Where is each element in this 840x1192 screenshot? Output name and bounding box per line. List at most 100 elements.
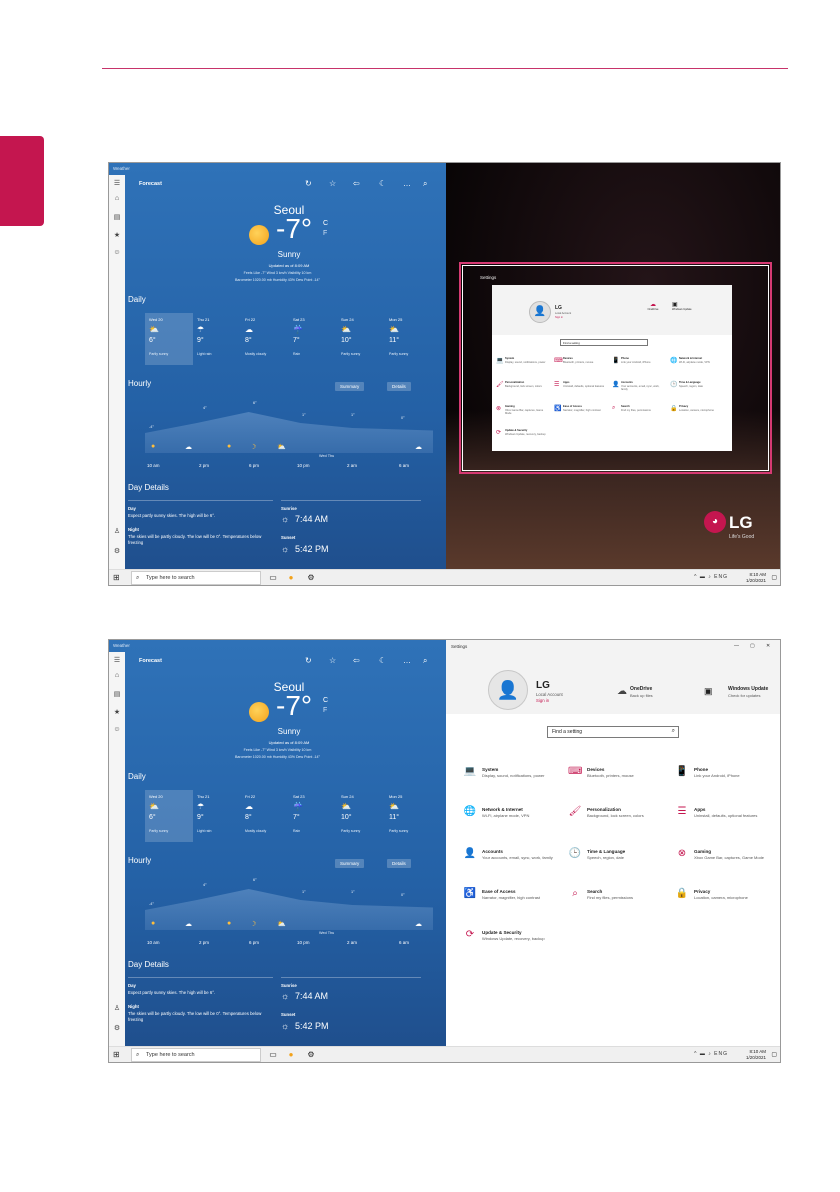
weather-app-icon[interactable]: ● <box>285 572 297 584</box>
settings-item-privacy[interactable]: 🔒 Privacy Location, camera, microphone <box>675 888 775 918</box>
search-icon[interactable]: ⌕ <box>423 656 427 666</box>
settings-app-icon[interactable]: ⚙ <box>305 1049 317 1061</box>
settings-item-accounts[interactable]: 👤 Accounts Your accounts, email, sync, wor… <box>612 381 667 401</box>
day-card[interactable]: Thu 21 ☂ 9° Light rain <box>193 790 241 842</box>
settings-item-time-language[interactable]: 🕒 Time & Language Speech, region, date <box>568 848 668 878</box>
favorite-star-icon[interactable]: ☆ <box>329 656 336 665</box>
settings-item-network[interactable]: 🌐 Network & Internet Wi-Fi, airplane mode,… <box>463 806 563 836</box>
unit-fahrenheit[interactable]: F <box>323 229 327 238</box>
notification-icon[interactable]: ▢ <box>771 1051 777 1058</box>
sign-in-link[interactable]: Sign in <box>536 698 549 703</box>
more-icon[interactable]: … <box>403 656 411 665</box>
home-icon[interactable]: ⌂ <box>113 672 121 679</box>
settings-item-phone[interactable]: 📱 Phone Link your Android, iPhone <box>675 766 775 796</box>
task-view-icon[interactable]: ▭ <box>267 572 279 584</box>
day-card[interactable]: Sun 24 ⛅ 10° Partly sunny <box>337 313 385 365</box>
settings-item-personalization[interactable]: 🖌 Personalization Background, lock screen,… <box>496 381 551 401</box>
day-card[interactable]: Sun 24 ⛅ 10° Partly sunny <box>337 790 385 842</box>
settings-item-personalization[interactable]: 🖌 Personalization Background, lock screen,… <box>568 806 668 836</box>
settings-thumbnail[interactable]: Settings 👤 LG Local Account Sign in ☁ One… <box>480 275 732 451</box>
day-card[interactable]: Fri 22 ☁ 8° Mostly cloudy <box>241 313 289 365</box>
day-card[interactable]: Sat 23 ☔ 7° Rain <box>289 790 337 842</box>
favorites-icon[interactable]: ★ <box>113 231 121 239</box>
unit-celsius[interactable]: C <box>323 219 328 228</box>
maps-icon[interactable]: ▤ <box>113 690 121 698</box>
settings-item-time-language[interactable]: 🕒 Time & Language Speech, region, date <box>670 381 725 401</box>
close-icon[interactable]: ✕ <box>766 643 770 649</box>
favorite-star-icon[interactable]: ☆ <box>329 179 336 188</box>
windows-update-icon[interactable]: ▣ <box>704 686 713 697</box>
smiley-icon[interactable]: ☺ <box>113 249 121 256</box>
settings-search-input[interactable]: Find a setting ⌕ <box>547 726 679 738</box>
task-view-icon[interactable]: ▭ <box>267 1049 279 1061</box>
favorites-icon[interactable]: ★ <box>113 708 121 716</box>
settings-item-network[interactable]: 🌐 Network & Internet Wi-Fi, airplane mode,… <box>670 357 725 377</box>
account-icon[interactable]: ♙ <box>113 527 121 535</box>
system-tray[interactable]: ^ ▬ ♪ ENG <box>694 574 728 580</box>
settings-item-ease-of-access[interactable]: ♿ Ease of Access Narrator, magnifier, high… <box>463 888 563 918</box>
settings-item-devices[interactable]: ⌨ Devices Bluetooth, printers, mouse <box>554 357 609 377</box>
notification-icon[interactable]: ▢ <box>771 574 777 581</box>
day-card[interactable]: Mon 25 ⛅ 11° Partly sunny <box>385 313 433 365</box>
day-card[interactable]: Thu 21 ☂ 9° Light rain <box>193 313 241 365</box>
windows-update-link[interactable]: Windows Update <box>728 686 768 692</box>
settings-item-search[interactable]: ⌕ Search Find my files, permissions <box>568 888 668 918</box>
refresh-icon[interactable]: ↻ <box>305 179 312 188</box>
day-card[interactable]: Wed 20 ⛅ 6° Partly sunny <box>145 313 193 365</box>
taskbar-clock[interactable]: 8:10 AM 1/20/2021 <box>746 572 766 584</box>
taskbar-clock[interactable]: 8:10 AM 1/20/2021 <box>746 1049 766 1061</box>
sign-in-link[interactable]: Sign in <box>555 316 563 319</box>
settings-item-gaming[interactable]: ⊗ Gaming Xbox Game Bar, captures, Game Mod… <box>496 405 551 425</box>
maximize-icon[interactable]: ▢ <box>750 643 755 649</box>
settings-search-input[interactable]: Find a setting <box>560 339 648 346</box>
more-icon[interactable]: … <box>403 179 411 188</box>
settings-item-ease-of-access[interactable]: ♿ Ease of Access Narrator, magnifier, high… <box>554 405 609 425</box>
details-button[interactable]: Details <box>387 382 411 391</box>
settings-item-privacy[interactable]: 🔒 Privacy Location, camera, microphone <box>670 405 725 425</box>
home-icon[interactable]: ⌂ <box>113 195 121 202</box>
settings-item-gaming[interactable]: ⊗ Gaming Xbox Game Bar, captures, Game Mod… <box>675 848 775 878</box>
settings-app-icon[interactable]: ⚙ <box>305 572 317 584</box>
onedrive-link[interactable]: ☁ OneDrive <box>638 301 668 311</box>
onedrive-icon[interactable]: ☁ <box>617 686 627 697</box>
settings-item-accounts[interactable]: 👤 Accounts Your accounts, email, sync, wor… <box>463 848 563 878</box>
smiley-icon[interactable]: ☺ <box>113 726 121 733</box>
taskbar-search-input[interactable]: ⌕ Type here to search <box>131 1048 261 1062</box>
pin-icon[interactable]: ⇦ <box>353 179 360 188</box>
windows-start-icon[interactable]: ⊞ <box>113 1051 122 1059</box>
hamburger-icon[interactable]: ☰ <box>113 656 121 664</box>
moon-icon[interactable]: ☾ <box>379 656 386 665</box>
settings-item-update-security[interactable]: ⟳ Update & Security Windows Update, recove… <box>463 929 563 959</box>
moon-icon[interactable]: ☾ <box>379 179 386 188</box>
settings-item-update-security[interactable]: ⟳ Update & Security Windows Update, recove… <box>496 429 551 449</box>
settings-gear-icon[interactable]: ⚙ <box>113 547 121 555</box>
day-card[interactable]: Sat 23 ☔ 7° Rain <box>289 313 337 365</box>
windows-update-link[interactable]: ▣ Windows Update <box>672 301 708 311</box>
day-card[interactable]: Wed 20 ⛅ 6° Partly sunny <box>145 790 193 842</box>
account-icon[interactable]: ♙ <box>113 1004 121 1012</box>
minimize-icon[interactable]: — <box>734 643 739 649</box>
settings-item-apps[interactable]: ☰ Apps Uninstall, defaults, optional featu… <box>675 806 775 836</box>
weather-app-icon[interactable]: ● <box>285 1049 297 1061</box>
summary-button[interactable]: Summary <box>335 382 365 391</box>
maps-icon[interactable]: ▤ <box>113 213 121 221</box>
day-card[interactable]: Fri 22 ☁ 8° Mostly cloudy <box>241 790 289 842</box>
summary-button[interactable]: Summary <box>335 859 365 868</box>
onedrive-link[interactable]: OneDrive <box>630 686 652 692</box>
taskbar-search-input[interactable]: ⌕ Type here to search <box>131 571 261 585</box>
settings-gear-icon[interactable]: ⚙ <box>113 1024 121 1032</box>
day-card[interactable]: Mon 25 ⛅ 11° Partly sunny <box>385 790 433 842</box>
settings-item-system[interactable]: 💻 System Display, sound, notifications, po… <box>463 766 563 796</box>
settings-item-devices[interactable]: ⌨ Devices Bluetooth, printers, mouse <box>568 766 668 796</box>
pin-icon[interactable]: ⇦ <box>353 656 360 665</box>
hamburger-icon[interactable]: ☰ <box>113 179 121 187</box>
settings-item-apps[interactable]: ☰ Apps Uninstall, defaults, optional featu… <box>554 381 609 401</box>
details-button[interactable]: Details <box>387 859 411 868</box>
unit-celsius[interactable]: C <box>323 696 328 705</box>
search-icon[interactable]: ⌕ <box>423 179 427 189</box>
settings-item-system[interactable]: 💻 System Display, sound, notifications, po… <box>496 357 551 377</box>
unit-fahrenheit[interactable]: F <box>323 706 327 715</box>
windows-start-icon[interactable]: ⊞ <box>113 574 122 582</box>
settings-item-search[interactable]: ⌕ Search Find my files, permissions <box>612 405 667 425</box>
settings-item-phone[interactable]: 📱 Phone Link your Android, iPhone <box>612 357 667 377</box>
